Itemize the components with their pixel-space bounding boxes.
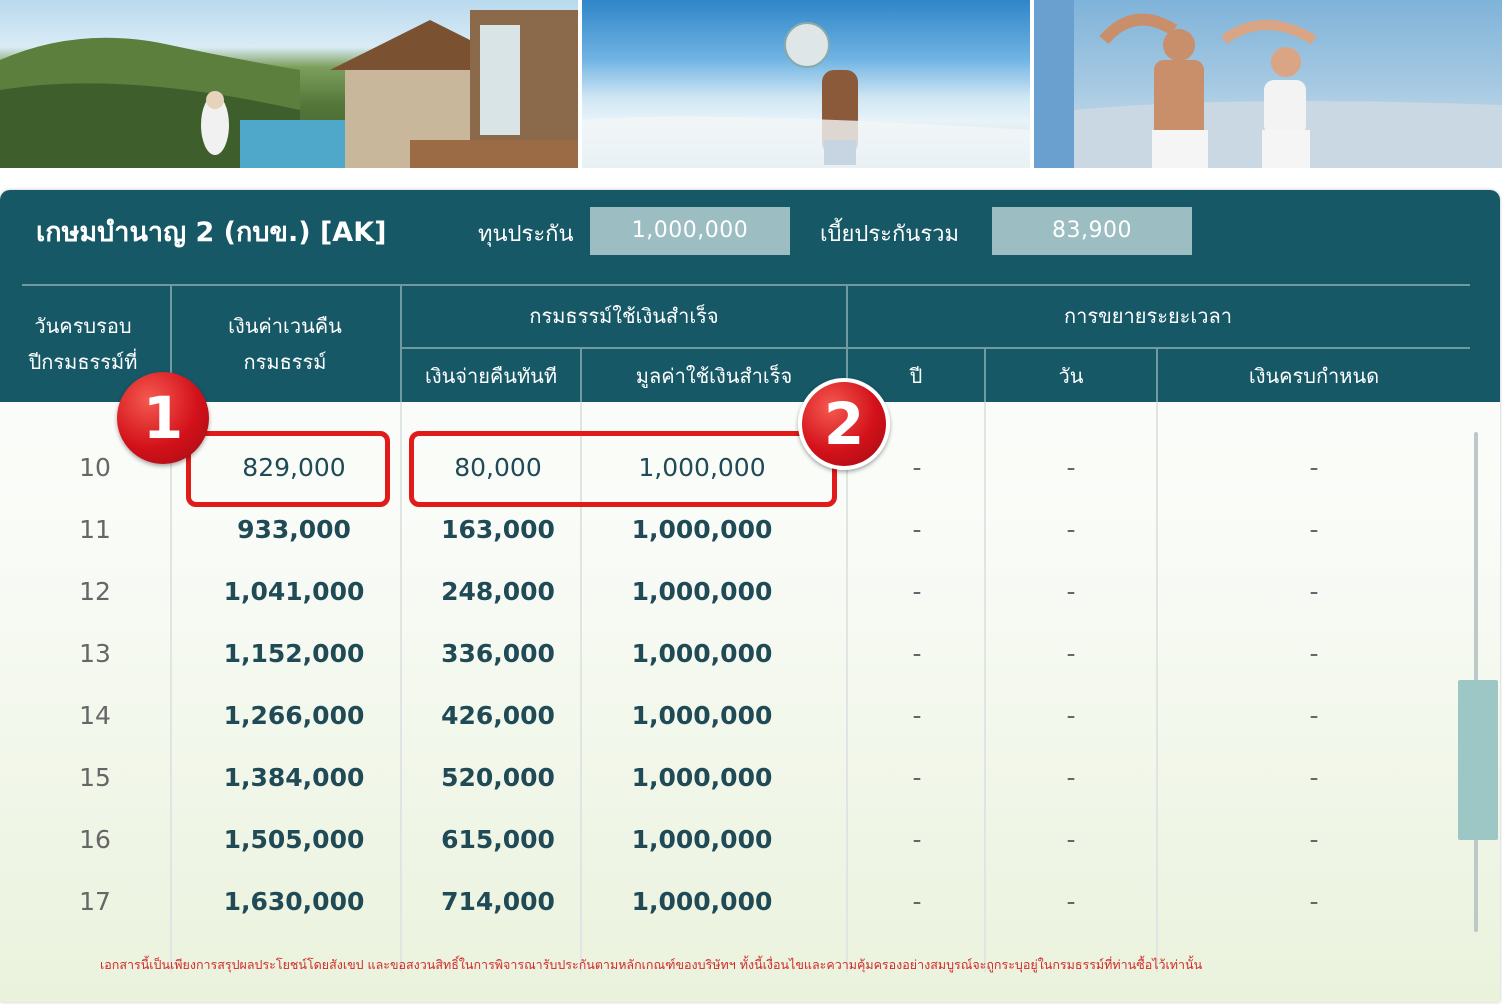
subheader-divider [400, 347, 1470, 349]
disclaimer-note: เอกสารนี้เป็นเพียงการสรุปผลประโยชน์โดยสั… [100, 957, 1203, 972]
benefit-table-panel: เกษมบำนาญ 2 (กบข.) [AK] ทุนประกัน 1,000,… [0, 190, 1500, 1002]
cell-ext-day: - [1066, 887, 1076, 916]
cell-ext-day: - [1066, 515, 1076, 544]
beach-photo [582, 0, 1030, 168]
cell-policy-year: 11 [79, 515, 111, 544]
table-row: 15 1,384,000 520,000 1,000,000 - - - [0, 747, 1460, 809]
cell-policy-year: 12 [79, 577, 111, 606]
resort-photo-illustration [0, 10, 578, 168]
col-header-policy-year: วันครบรอบ ปีกรมธรรม์ที่ [28, 314, 138, 374]
cell-ext-year: - [912, 825, 922, 854]
annotation-badge-2: 2 [798, 378, 890, 470]
cell-immediate-pay: 163,000 [441, 515, 555, 544]
cell-cash-value: 1,152,000 [223, 639, 365, 668]
col-header-immediate-pay: เงินจ่ายคืนทันที [424, 364, 558, 388]
table-row: 17 1,630,000 714,000 1,000,000 - - - [0, 871, 1460, 933]
cell-immediate-pay: 248,000 [441, 577, 555, 606]
exercise-photo-illustration [1034, 0, 1502, 168]
cell-ext-maturity: - [1309, 825, 1319, 854]
resort-photo [0, 0, 578, 168]
cell-ext-maturity: - [1309, 577, 1319, 606]
cell-policy-year: 16 [79, 825, 111, 854]
header-divider [22, 284, 1470, 286]
cell-ext-day: - [1066, 453, 1076, 482]
cell-paid-up-value: 1,000,000 [631, 515, 773, 544]
scrollbar-thumb[interactable] [1458, 680, 1498, 840]
highlight-box-cash-value [186, 431, 390, 507]
cell-policy-year: 13 [79, 639, 111, 668]
cell-paid-up-value: 1,000,000 [631, 577, 773, 606]
cell-cash-value: 1,266,000 [223, 701, 365, 730]
cell-immediate-pay: 336,000 [441, 639, 555, 668]
cell-paid-up-value: 1,000,000 [631, 639, 773, 668]
cell-cash-value: 1,384,000 [223, 763, 365, 792]
col-header-ext-day: วัน [1058, 364, 1084, 388]
col-group-extended: การขยายระยะเวลา [1064, 304, 1232, 328]
sum-insured-value: 1,000,000 [590, 207, 790, 255]
table-row: 12 1,041,000 248,000 1,000,000 - - - [0, 561, 1460, 623]
cell-ext-year: - [912, 701, 922, 730]
annotation-badge-1: 1 [117, 372, 209, 464]
table-row: 14 1,266,000 426,000 1,000,000 - - - [0, 685, 1460, 747]
plan-title: เกษมบำนาญ 2 (กบข.) [AK] [36, 217, 387, 248]
beach-photo-illustration [582, 22, 1030, 168]
cell-paid-up-value: 1,000,000 [631, 887, 773, 916]
table-row: 16 1,505,000 615,000 1,000,000 - - - [0, 809, 1460, 871]
table-row: 11 933,000 163,000 1,000,000 - - - [0, 499, 1460, 561]
cell-ext-year: - [912, 639, 922, 668]
cell-immediate-pay: 426,000 [441, 701, 555, 730]
col-header-cash-value: เงินค่าเวนคืน กรมธรรม์ [228, 314, 342, 374]
cell-paid-up-value: 1,000,000 [631, 701, 773, 730]
cell-ext-year: - [912, 515, 922, 544]
cell-immediate-pay: 714,000 [441, 887, 555, 916]
exercise-photo [1034, 0, 1502, 168]
cell-ext-maturity: - [1309, 515, 1319, 544]
cell-ext-maturity: - [1309, 701, 1319, 730]
sum-insured-label: ทุนประกัน [478, 222, 574, 247]
cell-immediate-pay: 520,000 [441, 763, 555, 792]
cell-ext-year: - [912, 577, 922, 606]
cell-ext-maturity: - [1309, 453, 1319, 482]
cell-ext-maturity: - [1309, 887, 1319, 916]
cell-cash-value: 1,041,000 [223, 577, 365, 606]
cell-immediate-pay: 615,000 [441, 825, 555, 854]
col-group-paid-up: กรมธรรม์ใช้เงินสำเร็จ [529, 304, 719, 328]
cell-ext-year: - [912, 887, 922, 916]
table-header-area: เกษมบำนาญ 2 (กบข.) [AK] ทุนประกัน 1,000,… [0, 190, 1500, 402]
cell-paid-up-value: 1,000,000 [631, 763, 773, 792]
cell-ext-day: - [1066, 639, 1076, 668]
total-premium-label: เบี้ยประกันรวม [820, 222, 960, 247]
highlight-box-paid-up [409, 431, 837, 507]
cell-cash-value: 1,505,000 [223, 825, 365, 854]
cell-ext-day: - [1066, 701, 1076, 730]
cell-paid-up-value: 1,000,000 [631, 825, 773, 854]
banner [0, 0, 1502, 170]
cell-ext-day: - [1066, 763, 1076, 792]
table-row: 13 1,152,000 336,000 1,000,000 - - - [0, 623, 1460, 685]
col-header-paid-up-value: มูลค่าใช้เงินสำเร็จ [635, 364, 793, 388]
cell-ext-maturity: - [1309, 639, 1319, 668]
col-header-ext-maturity: เงินครบกำหนด [1248, 364, 1380, 388]
cell-cash-value: 933,000 [237, 515, 351, 544]
cell-ext-year: - [912, 763, 922, 792]
cell-policy-year: 17 [79, 887, 111, 916]
total-premium-value: 83,900 [992, 207, 1192, 255]
cell-policy-year: 14 [79, 701, 111, 730]
cell-policy-year: 15 [79, 763, 111, 792]
cell-ext-day: - [1066, 577, 1076, 606]
cell-cash-value: 1,630,000 [223, 887, 365, 916]
cell-ext-day: - [1066, 825, 1076, 854]
cell-ext-maturity: - [1309, 763, 1319, 792]
